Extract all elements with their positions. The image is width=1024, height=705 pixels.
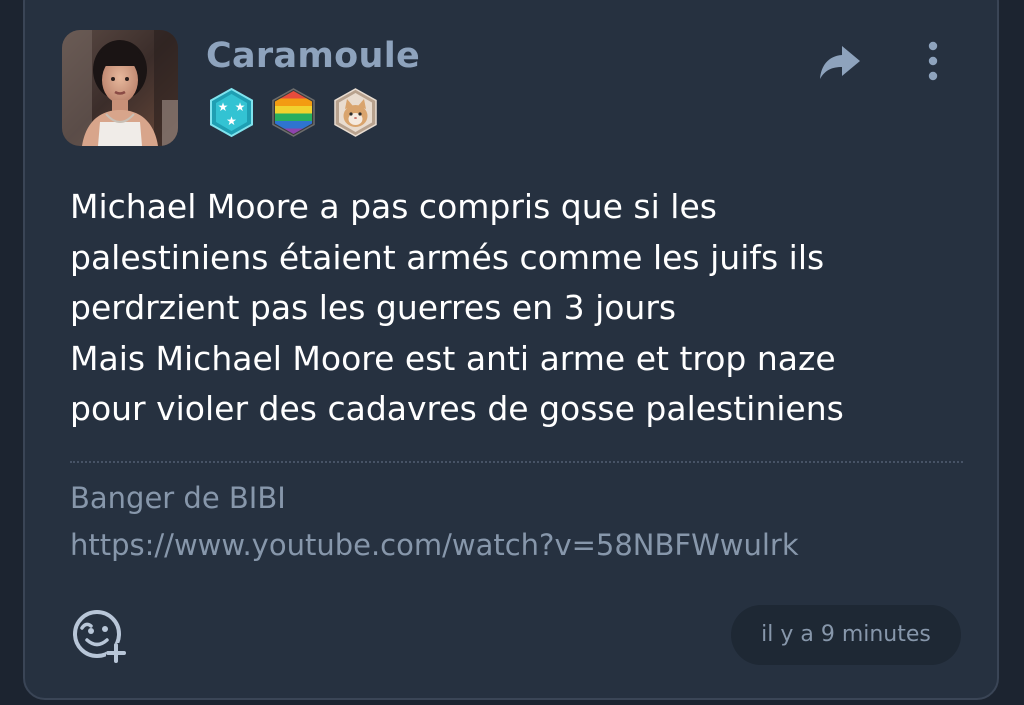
post-content-line: palestiniens étaient armés comme les jui… — [70, 237, 825, 277]
svg-text:★: ★ — [218, 100, 229, 114]
share-button[interactable] — [816, 42, 864, 84]
author-badges: ★ ★ ★ — [206, 87, 381, 138]
embed-title: Banger de BIBI — [70, 481, 286, 515]
author-avatar[interactable] — [62, 30, 178, 146]
more-vertical-icon — [928, 41, 938, 81]
add-reaction-icon — [73, 610, 126, 663]
svg-text:★: ★ — [235, 100, 246, 114]
cat-hexagon-badge-icon[interactable] — [330, 87, 381, 138]
post-timestamp: il y a 9 minutes — [731, 605, 961, 665]
author-username[interactable]: Caramoule — [206, 36, 420, 76]
post-content-line: Michael Moore a pas compris que si les — [70, 187, 717, 226]
more-options-button[interactable] — [920, 40, 946, 84]
share-icon — [820, 46, 860, 79]
post-content-line: pour violer des cadavres de gosse palest… — [70, 389, 844, 428]
post-content: Michael Moore a pas compris que si les p… — [70, 182, 950, 435]
post-content-line: Mais Michael Moore est anti arme et trop… — [70, 338, 836, 378]
add-reaction-button[interactable] — [70, 608, 130, 664]
dotted-divider — [70, 461, 963, 463]
stars-hexagon-badge-icon[interactable]: ★ ★ ★ — [206, 87, 257, 138]
rainbow-hexagon-badge-icon[interactable] — [268, 87, 319, 138]
embed-url-link[interactable]: https://www.youtube.com/watch?v=58NBFWwu… — [70, 528, 799, 562]
avatar-image — [62, 30, 178, 146]
svg-text:★: ★ — [226, 114, 237, 128]
post-content-line: perdrzient pas les guerres en 3 jours — [70, 288, 677, 327]
page: Caramoule ★ ★ ★ Michael Moore a pas comp… — [0, 0, 1024, 705]
